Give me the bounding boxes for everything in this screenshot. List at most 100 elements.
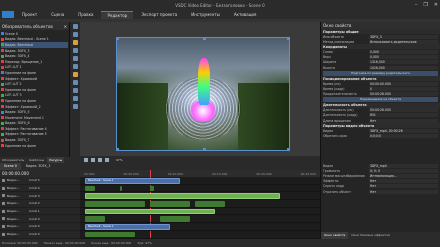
app-logo[interactable]: [2, 11, 14, 18]
next-frame-icon[interactable]: [105, 157, 109, 162]
menu-export[interactable]: Экспорт проекта: [135, 11, 183, 18]
chart-tool-icon[interactable]: [72, 80, 78, 85]
zoom-tool-icon[interactable]: [72, 88, 78, 93]
cursor-tool-icon[interactable]: [72, 24, 78, 29]
lock-icon[interactable]: [2, 232, 5, 236]
timeline-lane[interactable]: [80, 208, 320, 216]
panel-close-icon[interactable]: ✕: [64, 24, 67, 29]
tab-properties[interactable]: Окно свойств: [321, 232, 349, 239]
track-header[interactable]: Видео... Слой 2: [0, 200, 80, 208]
resize-handle[interactable]: [287, 148, 290, 151]
property-value[interactable]: 0,000: [369, 55, 438, 60]
resize-handle[interactable]: [287, 37, 290, 40]
lock-icon[interactable]: [2, 194, 5, 198]
menu-tools[interactable]: Инструменты: [185, 11, 226, 18]
timeline-ruler[interactable]: 00:000 00:05.000 00:10.000 00:15.000 00:20.0…: [80, 170, 320, 177]
timeline-clip[interactable]: [85, 201, 145, 207]
property-value[interactable]: Интерполяция...: [369, 173, 438, 178]
timeline-lane[interactable]: [80, 231, 320, 239]
timeline-lanes[interactable]: Beenhaut - Scene 1 Beenhaut - Scene 1: [80, 170, 320, 239]
close-button[interactable]: ✕: [434, 2, 438, 8]
track-header[interactable]: Видео... Слой 5: [0, 177, 80, 185]
property-value[interactable]: 00:00:26.000: [369, 108, 438, 113]
lock-icon[interactable]: [2, 217, 5, 221]
video-tool-icon[interactable]: [72, 56, 78, 61]
shape-tool-icon[interactable]: [72, 40, 78, 45]
track-header[interactable]: Видео... Слой 0: [0, 231, 80, 239]
property-value[interactable]: 1316,000: [369, 60, 438, 65]
timeline-clip[interactable]: [85, 231, 135, 238]
play-icon[interactable]: [84, 157, 88, 162]
maximize-button[interactable]: ❐: [423, 2, 427, 8]
property-value[interactable]: 00:00:26.000: [369, 92, 438, 97]
property-value[interactable]: Нет: [369, 189, 438, 194]
resize-handle[interactable]: [116, 37, 119, 40]
resize-handle[interactable]: [203, 148, 206, 151]
crop-tool-icon[interactable]: [72, 96, 78, 101]
effects-tool-icon[interactable]: [72, 72, 78, 77]
lock-icon[interactable]: [2, 201, 5, 205]
menu-edit[interactable]: Правка: [72, 11, 99, 18]
settings-tool-icon[interactable]: [72, 104, 78, 109]
text-tool-icon[interactable]: [72, 32, 78, 37]
timeline-clip[interactable]: Beenhaut - Scene 1: [85, 178, 180, 184]
minimize-button[interactable]: –: [415, 2, 418, 8]
property-value[interactable]: 0; 0; 0: [369, 168, 438, 173]
audio-tool-icon[interactable]: [72, 64, 78, 69]
tab-scene-0[interactable]: Scene 0: [0, 163, 21, 170]
property-value[interactable]: Нет: [369, 179, 438, 184]
lock-icon[interactable]: [2, 224, 5, 228]
lock-icon[interactable]: [2, 209, 5, 213]
property-value[interactable]: 0,000: [369, 49, 438, 54]
timeline-clip[interactable]: [195, 201, 225, 207]
tab-video-object[interactable]: Видео: 3DFX_3: [22, 163, 55, 170]
track-header[interactable]: Видео... Слой 4: [0, 185, 80, 193]
timeline-lane[interactable]: [80, 215, 320, 224]
timeline-clip[interactable]: [85, 208, 215, 215]
track-header[interactable]: Видео... Слой 3: [0, 192, 80, 201]
property-value[interactable]: 0;0;0;0: [369, 134, 438, 139]
resize-handle[interactable]: [116, 148, 119, 151]
property-value[interactable]: 0: [369, 86, 438, 91]
property-value[interactable]: Нет: [369, 118, 438, 123]
timeline-clip[interactable]: [85, 193, 280, 199]
property-value[interactable]: 3DFX_3: [369, 34, 438, 39]
track-header[interactable]: Видео... Слой 1: [0, 208, 80, 216]
property-value[interactable]: 00:00:00.000: [369, 81, 438, 86]
timeline-clip[interactable]: [85, 216, 105, 222]
property-value[interactable]: 3DFX_mp4, 00:00:26: [369, 128, 438, 133]
timeline-clip[interactable]: [150, 201, 190, 207]
timeline-clip[interactable]: [85, 185, 95, 192]
timeline-clip[interactable]: [160, 216, 190, 222]
property-value[interactable]: Использовать родительские: [369, 39, 438, 44]
property-value[interactable]: Нет: [369, 184, 438, 189]
menu-scene[interactable]: Сцена: [45, 11, 70, 18]
track-header[interactable]: Видео... Слой 0: [0, 223, 80, 231]
menu-project[interactable]: Проект: [16, 11, 43, 18]
menu-activation[interactable]: Активация: [228, 11, 263, 18]
lock-icon[interactable]: [2, 178, 5, 182]
timeline-clip[interactable]: [150, 185, 154, 192]
timeline-lane[interactable]: [80, 192, 320, 201]
timeline-lane[interactable]: [80, 200, 320, 208]
fit-to-parent-button[interactable]: Подгонка по размеру родительского: [323, 70, 438, 76]
timeline-clip[interactable]: Beenhaut - Scene 1: [85, 224, 170, 230]
property-value[interactable]: 651: [369, 113, 438, 118]
property-value[interactable]: 1026,000: [369, 65, 438, 70]
timeline-lane[interactable]: Beenhaut - Scene 1: [80, 223, 320, 231]
timeline-lane[interactable]: Beenhaut - Scene 1: [80, 177, 320, 185]
move-on-object-button[interactable]: Перемещение на объекте: [323, 97, 438, 103]
timeline-clip[interactable]: [120, 185, 122, 192]
tab-basic-effects[interactable]: Окно базовых эффектов: [348, 232, 393, 239]
menu-editor[interactable]: Редактор: [101, 10, 134, 19]
prev-frame-icon[interactable]: [98, 157, 102, 162]
selection-box[interactable]: [116, 37, 290, 151]
tree-item[interactable]: Удаление на фоне: [1, 143, 68, 149]
timeline-lane[interactable]: [80, 185, 320, 193]
stop-icon[interactable]: [91, 157, 95, 162]
resize-handle[interactable]: [203, 37, 206, 40]
track-header[interactable]: Видео... Слой 0: [0, 215, 80, 224]
property-value[interactable]: 3DFX_mp4: [369, 163, 438, 168]
image-tool-icon[interactable]: [72, 48, 78, 53]
lock-icon[interactable]: [2, 186, 5, 190]
